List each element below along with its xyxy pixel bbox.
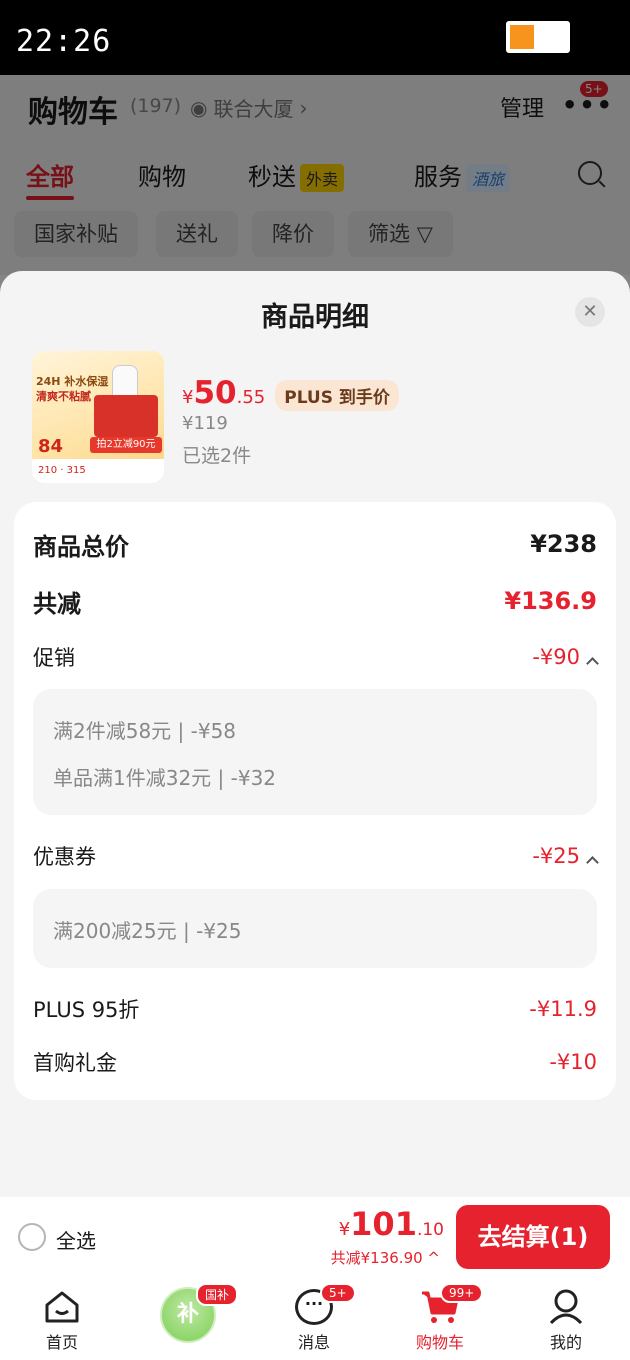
total-row: 商品总价 ¥238 (33, 530, 597, 561)
price-breakdown-card: 商品总价 ¥238 共减 ¥136.9 促销 -¥90 满2件减58元 | -¥… (14, 502, 616, 1100)
checkout-button[interactable]: 去结算(1) (456, 1205, 610, 1269)
plus-price-tag: PLUS 到手价 (275, 380, 399, 411)
product-price: ¥ 50 .55 PLUS 到手价 (182, 375, 399, 411)
home-icon (45, 1291, 79, 1323)
bottom-tab-bar: 首页 补 国补 ··· 5+ 消息 99+ 购物车 我的 (0, 1279, 630, 1360)
plus-discount-row: PLUS 95折 -¥11.9 (33, 997, 597, 1022)
status-bar: 22:26 (0, 0, 630, 75)
first-gift-row: 首购礼金 -¥10 (33, 1050, 597, 1075)
chevron-up-icon (586, 856, 599, 869)
total-price: ¥ 101 .10 (338, 1205, 444, 1243)
status-time: 22:26 (16, 24, 112, 59)
coupon-row[interactable]: 优惠券 -¥25 (33, 839, 599, 873)
subsidy-badge: 国补 (196, 1283, 238, 1306)
battery-icon (506, 21, 570, 53)
coupon-details: 满200减25元 | -¥25 (33, 889, 597, 968)
sheet-title: 商品明细 (261, 302, 369, 333)
original-price: ¥119 (182, 413, 228, 434)
cart-badge: 99+ (440, 1283, 484, 1303)
promo-row[interactable]: 促销 -¥90 (33, 640, 599, 674)
checkout-bar: 全选 ¥ 101 .10 共减¥136.90 ^ 去结算(1) (0, 1197, 630, 1279)
promo-details: 满2件减58元 | -¥58 单品满1件减32元 | -¥32 (33, 689, 597, 815)
chevron-up-icon (586, 657, 599, 670)
close-icon: ✕ (582, 301, 598, 322)
tab-subsidy[interactable]: 补 国补 (138, 1279, 238, 1360)
profile-icon (549, 1289, 583, 1325)
select-all-label[interactable]: 全选 (56, 1225, 96, 1254)
product-image[interactable]: 24H 补水保湿 清爽不粘腻 84 拍2立减90元 210 · 315 (32, 351, 164, 483)
tab-messages[interactable]: ··· 5+ 消息 (264, 1279, 364, 1360)
saved-amount-toggle[interactable]: 共减¥136.90 ^ (331, 1247, 440, 1268)
promo-item: 满2件减58元 | -¥58 (53, 719, 237, 743)
discount-row: 共减 ¥136.9 (33, 587, 597, 618)
tab-cart[interactable]: 99+ 购物车 (390, 1279, 490, 1360)
tab-me[interactable]: 我的 (516, 1279, 616, 1360)
message-badge: 5+ (320, 1283, 356, 1303)
select-all-checkbox[interactable] (18, 1223, 46, 1251)
tab-home[interactable]: 首页 (12, 1279, 112, 1360)
close-button[interactable]: ✕ (575, 297, 605, 327)
coupon-item: 满200减25元 | -¥25 (53, 919, 242, 943)
promo-item: 单品满1件减32元 | -¥32 (53, 766, 277, 790)
selected-count: 已选2件 (182, 445, 252, 467)
